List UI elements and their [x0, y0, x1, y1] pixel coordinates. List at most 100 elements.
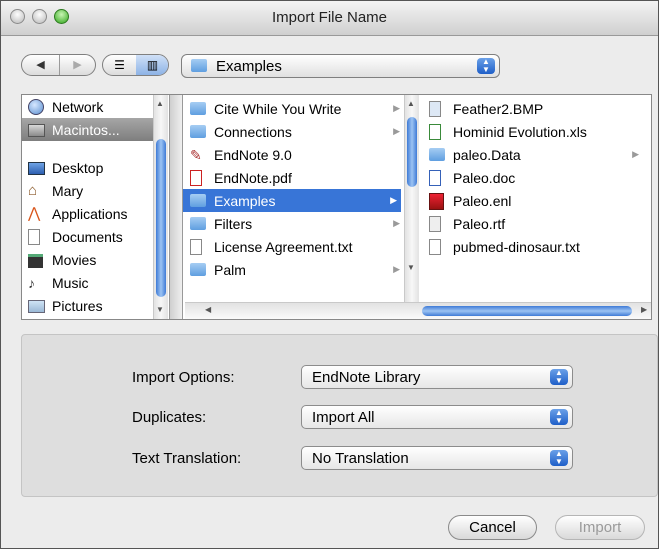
item-label: Palm — [214, 261, 246, 278]
sidebar-item-music[interactable]: ♪ Music — [28, 271, 89, 294]
folder-icon — [429, 147, 445, 163]
horizontal-scroll-thumb[interactable] — [422, 306, 632, 316]
import-options-popup[interactable]: EndNote Library ▲ ▼ — [301, 365, 573, 389]
item-label: paleo.Data — [453, 146, 521, 163]
text-translation-popup[interactable]: No Translation ▲ ▼ — [301, 446, 573, 470]
list-item[interactable]: Paleo.rtf — [429, 212, 639, 235]
item-label: Connections — [214, 123, 292, 140]
list-item[interactable]: Hominid Evolution.xls — [429, 120, 639, 143]
endnote-library-icon — [429, 192, 445, 210]
path-label: Examples — [216, 58, 282, 75]
item-label: Filters — [214, 215, 253, 232]
scroll-up-arrow-icon[interactable]: ▲ — [156, 99, 164, 108]
folder-icon — [190, 193, 206, 209]
duplicates-popup[interactable]: Import All ▲ ▼ — [301, 405, 573, 429]
duplicates-label: Duplicates: — [132, 409, 207, 426]
path-popup[interactable]: Examples ▲ ▼ — [181, 54, 500, 78]
popup-stepper-icon: ▲ ▼ — [477, 58, 495, 74]
sidebar-item-label: Applications — [52, 205, 128, 222]
sidebar-item-pictures[interactable]: Pictures — [28, 294, 103, 317]
home-icon: ⌂ — [28, 181, 38, 199]
folder-icon — [190, 216, 206, 232]
toolbar: ◀ ▶ ☰ ▥ Examples ▲ ▼ — [1, 36, 658, 86]
list-item[interactable]: pubmed-dinosaur.txt — [429, 235, 639, 258]
pdf-icon — [190, 169, 206, 186]
column-1-scrollbar[interactable]: ▲ ▼ — [404, 95, 419, 303]
spreadsheet-icon — [429, 123, 445, 140]
rtf-doc-icon — [429, 215, 445, 232]
sidebar-item-macintosh-hd[interactable]: Macintos... — [22, 118, 154, 141]
folder-icon — [191, 59, 207, 72]
list-item-selected[interactable]: Examples ▶ — [183, 189, 401, 212]
item-label: Cite While You Write — [214, 100, 342, 117]
item-label: License Agreement.txt — [214, 238, 353, 255]
list-view-button[interactable]: ☰ — [103, 55, 137, 75]
sidebar-item-label: Documents — [52, 228, 123, 245]
scroll-down-arrow-icon[interactable]: ▼ — [407, 263, 415, 272]
list-item[interactable]: EndNote.pdf — [190, 166, 400, 189]
file-browser: Network Macintos... Desktop ⌂ Mary ⋀ App… — [21, 94, 652, 320]
disclosure-arrow-icon: ▶ — [393, 218, 400, 228]
text-translation-value: No Translation — [312, 450, 409, 467]
list-item[interactable]: Connections ▶ — [190, 120, 400, 143]
disclosure-arrow-icon: ▶ — [393, 264, 400, 274]
list-item[interactable]: License Agreement.txt — [190, 235, 400, 258]
list-item[interactable]: Paleo.doc — [429, 166, 639, 189]
sidebar-splitter[interactable] — [169, 95, 183, 319]
sidebar-item-label: Network — [52, 98, 104, 115]
sidebar-item-label: Pictures — [52, 297, 103, 314]
scroll-up-arrow-icon[interactable]: ▲ — [407, 99, 415, 108]
popup-stepper-icon: ▲ ▼ — [550, 409, 568, 425]
duplicates-value: Import All — [312, 409, 375, 426]
import-options-label: Import Options: — [132, 369, 235, 386]
item-label: Paleo.enl — [453, 192, 512, 209]
applications-icon: ⋀ — [28, 204, 41, 222]
disclosure-arrow-icon: ▶ — [393, 126, 400, 136]
back-arrow-icon: ◀ — [36, 59, 45, 71]
back-button[interactable]: ◀ — [22, 55, 60, 75]
column-2: Feather2.BMP Hominid Evolution.xls paleo… — [422, 95, 651, 319]
list-item[interactable]: Filters ▶ — [190, 212, 400, 235]
item-label: EndNote.pdf — [214, 169, 292, 186]
import-options-panel: Import Options: EndNote Library ▲ ▼ Dupli… — [21, 334, 658, 497]
scroll-down-arrow-icon[interactable]: ▼ — [156, 305, 164, 314]
sidebar-item-label: Music — [52, 274, 89, 291]
popup-stepper-icon: ▲ ▼ — [550, 369, 568, 385]
word-doc-icon — [429, 169, 445, 186]
text-translation-label: Text Translation: — [132, 450, 242, 467]
sidebar-item-applications[interactable]: ⋀ Applications — [28, 202, 128, 225]
forward-arrow-icon: ▶ — [73, 59, 82, 71]
window-title: Import File Name — [271, 9, 388, 26]
sidebar-item-network[interactable]: Network — [28, 95, 103, 118]
documents-icon — [28, 228, 44, 245]
sidebar-item-mary[interactable]: ⌂ Mary — [28, 179, 83, 202]
hard-disk-icon — [28, 122, 45, 138]
endnote-app-icon: ✎ — [190, 146, 202, 163]
scroll-right-arrow-icon[interactable]: ▶ — [641, 305, 647, 314]
list-item[interactable]: Feather2.BMP — [429, 97, 639, 120]
forward-button[interactable]: ▶ — [59, 55, 96, 75]
column-view-button[interactable]: ▥ — [136, 55, 168, 75]
cancel-button[interactable]: Cancel — [448, 515, 537, 540]
navigation-segment: ◀ ▶ — [21, 54, 96, 76]
list-item[interactable]: Paleo.enl — [429, 189, 639, 212]
horizontal-scrollbar[interactable]: ◀ ▶ — [185, 302, 651, 319]
text-file-icon — [429, 238, 445, 255]
disclosure-arrow-icon: ▶ — [632, 149, 639, 159]
list-item[interactable]: ✎ EndNote 9.0 — [190, 143, 400, 166]
import-button[interactable]: Import — [555, 515, 645, 540]
sidebar-item-movies[interactable]: Movies — [28, 248, 96, 271]
title-bar[interactable]: Import File Name — [1, 1, 658, 36]
column-1-scroll-thumb[interactable] — [407, 117, 417, 187]
sidebar-scroll-thumb[interactable] — [156, 139, 166, 297]
list-item[interactable]: Palm ▶ — [190, 258, 400, 281]
sidebar-item-desktop[interactable]: Desktop — [28, 156, 103, 179]
sidebar-item-documents[interactable]: Documents — [28, 225, 123, 248]
import-options-value: EndNote Library — [312, 369, 421, 386]
popup-stepper-icon: ▲ ▼ — [550, 450, 568, 466]
list-item[interactable]: paleo.Data ▶ — [429, 143, 639, 166]
scroll-left-arrow-icon[interactable]: ◀ — [205, 305, 211, 314]
list-item[interactable]: Cite While You Write ▶ — [190, 97, 400, 120]
sidebar-scrollbar[interactable]: ▲ ▼ — [153, 95, 168, 319]
view-mode-segment: ☰ ▥ — [102, 54, 169, 76]
